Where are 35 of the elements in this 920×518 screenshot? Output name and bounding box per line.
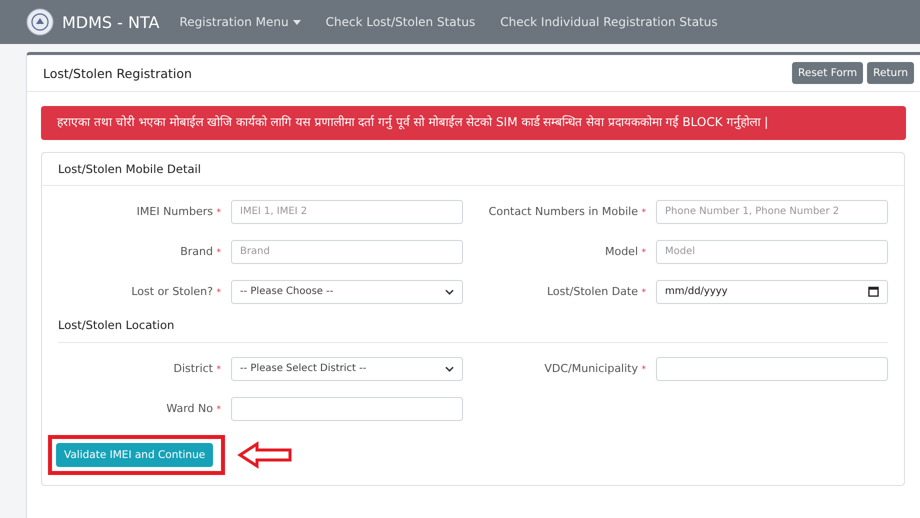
- select-field[interactable]: -- Please Choose --: [231, 280, 463, 304]
- emblem-icon: [26, 8, 54, 36]
- header-button[interactable]: Reset Form: [792, 62, 864, 84]
- field-label: Ward No *: [166, 402, 221, 416]
- input-field[interactable]: Phone Number 1, Phone Number 2: [656, 200, 888, 224]
- field-label: IMEI Numbers *: [136, 205, 221, 218]
- section-title: Lost/Stolen Location: [58, 318, 174, 332]
- field-label: Lost/Stolen Date *: [546, 285, 646, 298]
- input-field[interactable]: IMEI 1, IMEI 2: [231, 200, 463, 224]
- field-label: Model *: [604, 245, 646, 258]
- select-field[interactable]: -- Please Select District --: [231, 356, 463, 381]
- nav-link[interactable]: Check Individual Registration Status: [500, 15, 718, 29]
- form-title: Lost/Stolen Mobile Detail: [58, 162, 201, 176]
- input-field[interactable]: Model: [656, 240, 888, 264]
- input-field[interactable]: [231, 396, 463, 421]
- input-field[interactable]: [656, 356, 888, 381]
- page-title: Lost/Stolen Registration: [43, 66, 192, 80]
- field-label: Contact Numbers in Mobile *: [488, 205, 646, 218]
- validate-button[interactable]: Validate IMEI and Continue: [56, 442, 214, 467]
- field-label: VDC/Municipality *: [544, 362, 646, 376]
- field-label: Brand *: [180, 245, 221, 258]
- arrow-icon: [237, 440, 294, 469]
- warning-alert: हराएका तथा चोरी भएका मोबाईल खोजि कार्यको लागि यस प्रणालीमा दर्ता गर्नु पूर्व सो मोबाईल सेटको SIM कार्ड सम्बन्धित सेवा प्रदायककोमा गई BLOCK गर्नुहोला |: [41, 106, 906, 140]
- field-label: Lost or Stolen? *: [131, 285, 221, 298]
- chevron-icon: [445, 366, 454, 372]
- input-field[interactable]: Brand: [231, 240, 463, 264]
- header-button[interactable]: Return: [867, 62, 914, 84]
- nav-link[interactable]: Registration Menu: [179, 15, 301, 29]
- chevron-icon: [445, 288, 454, 295]
- caret-icon: [292, 20, 301, 24]
- date-field[interactable]: mm/dd/yyyy: [656, 280, 888, 304]
- calendar-icon: [868, 286, 879, 298]
- brand-title[interactable]: MDMS - NTA: [62, 12, 160, 32]
- field-label: District *: [173, 362, 221, 376]
- nav-link[interactable]: Check Lost/Stolen Status: [326, 15, 476, 29]
